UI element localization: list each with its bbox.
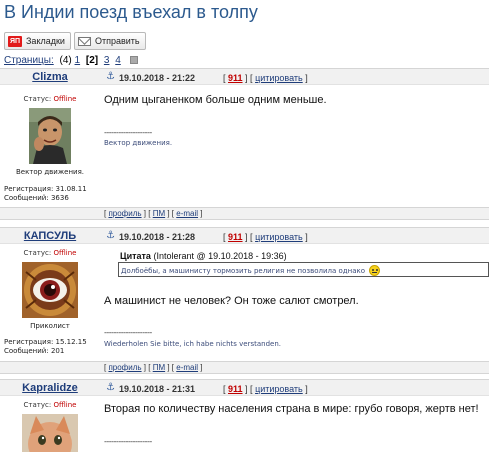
pages-menu-icon[interactable] — [129, 56, 138, 64]
status-label: Статус: — [23, 95, 52, 103]
post-date: 19.10.2018 - 21:28 — [119, 232, 196, 242]
post-actions: [ 911 ] [ цитировать ] — [223, 73, 308, 83]
user-status: Статус: Offline — [0, 249, 100, 257]
page-link-4[interactable]: 4 — [115, 55, 121, 66]
email-link[interactable]: e-mail — [176, 209, 198, 218]
post-actions: [ 911 ] [ цитировать ] — [223, 384, 308, 394]
post-footer-links: [ профиль ] [ ПМ ] [ e-mail ] — [104, 209, 203, 218]
avatar — [22, 414, 78, 452]
quote-box: Долбоёбы, а машинисту тормозить религия … — [118, 262, 489, 277]
reg-label: Регистрация: — [4, 185, 54, 193]
reg-value: 31.08.11 — [55, 185, 87, 193]
pm-link[interactable]: ПМ — [153, 209, 165, 218]
status-value: Offline — [53, 95, 77, 103]
post-author[interactable]: КАПСУЛЬ — [0, 230, 100, 242]
pm-link[interactable]: ПМ — [153, 363, 165, 372]
post-footer: [ профиль ] [ ПМ ] [ e-mail ] — [0, 361, 489, 374]
signature: Wiederholen Sie bitte, ich habe nichts v… — [104, 340, 282, 348]
post-actions: [ 911 ] [ цитировать ] — [223, 232, 308, 242]
avatar — [29, 108, 71, 164]
share-toolbar: ЯП Закладки Отправить — [4, 32, 146, 50]
pagination-count: (4) — [59, 55, 72, 66]
post-footer: [ профиль ] [ ПМ ] [ e-mail ] — [0, 207, 489, 220]
quote-link[interactable]: цитировать — [255, 73, 303, 83]
anchor-icon[interactable]: ⚓ — [106, 230, 115, 241]
post-date: 19.10.2018 - 21:22 — [119, 73, 196, 83]
post-author[interactable]: Kapralidze — [0, 382, 100, 394]
post-author[interactable]: Clizma — [0, 71, 100, 83]
email-link[interactable]: e-mail — [176, 363, 198, 372]
user-status: Статус: Offline — [0, 95, 100, 103]
quote-link[interactable]: цитировать — [255, 232, 303, 242]
reg-value: 15.12.15 — [55, 338, 87, 346]
page-link-1[interactable]: 1 — [75, 55, 81, 66]
yandex-logo-icon: ЯП — [8, 35, 22, 47]
profile-link[interactable]: профиль — [108, 363, 141, 372]
page-link-3[interactable]: 3 — [104, 55, 110, 66]
post-number[interactable]: 911 — [228, 232, 243, 242]
signature-divider: -------------------- — [104, 128, 152, 137]
signature: Вектор движения. — [104, 139, 173, 147]
avatar — [22, 262, 78, 318]
post-number[interactable]: 911 — [228, 73, 243, 83]
post-text: Вторая по количеству населения страна в … — [104, 403, 479, 415]
status-value: Offline — [53, 249, 77, 257]
signature-divider: -------------------- — [104, 328, 152, 337]
msgs-value: 201 — [50, 347, 65, 355]
send-button[interactable]: Отправить — [73, 32, 146, 50]
signature-divider: -------------------- — [104, 437, 152, 446]
envelope-icon — [77, 36, 91, 46]
user-stats: Регистрация: 15.12.15 Сообщений: 201 — [4, 338, 87, 356]
pagination: Страницы: (4) 1 [2] 3 4 — [4, 55, 138, 66]
user-status: Статус: Offline — [0, 401, 100, 409]
user-stats: Регистрация: 31.08.11 Сообщений: 3636 — [4, 185, 87, 203]
user-rank: Приколист — [30, 322, 70, 330]
pagination-label[interactable]: Страницы: — [4, 55, 54, 66]
quote-text: Долбоёбы, а машинисту тормозить религия … — [121, 267, 365, 275]
post-footer-links: [ профиль ] [ ПМ ] [ e-mail ] — [104, 363, 203, 372]
smiley-icon — [369, 265, 381, 276]
status-label: Статус: — [23, 401, 52, 409]
post-text: А машинист не человек? Он тоже салют смо… — [104, 295, 359, 307]
anchor-icon[interactable]: ⚓ — [106, 71, 115, 82]
post-number[interactable]: 911 — [228, 384, 243, 394]
post-text: Одним цыганенком больше одним меньше. — [104, 94, 327, 106]
status-label: Статус: — [23, 249, 52, 257]
msgs-label: Сообщений: — [4, 194, 49, 202]
bookmarks-label: Закладки — [26, 36, 65, 46]
user-rank: Вектор движения. — [15, 168, 85, 176]
anchor-icon[interactable]: ⚓ — [106, 382, 115, 393]
bookmarks-button[interactable]: ЯП Закладки — [4, 32, 71, 50]
page-current: [2] — [85, 55, 99, 66]
reg-label: Регистрация: — [4, 338, 54, 346]
msgs-label: Сообщений: — [4, 347, 49, 355]
topic-title: В Индии поезд въехал в толпу — [4, 2, 258, 22]
msgs-value: 3636 — [50, 194, 69, 202]
quote-header: Цитата (Intolerant @ 19.10.2018 - 19:36) — [120, 251, 287, 261]
quote-link[interactable]: цитировать — [255, 384, 303, 394]
quote-title: Цитата — [120, 251, 151, 261]
status-value: Offline — [53, 401, 77, 409]
quote-author: (Intolerant @ 19.10.2018 - 19:36) — [153, 251, 287, 261]
profile-link[interactable]: профиль — [108, 209, 141, 218]
post-date: 19.10.2018 - 21:31 — [119, 384, 196, 394]
send-label: Отправить — [94, 36, 140, 46]
